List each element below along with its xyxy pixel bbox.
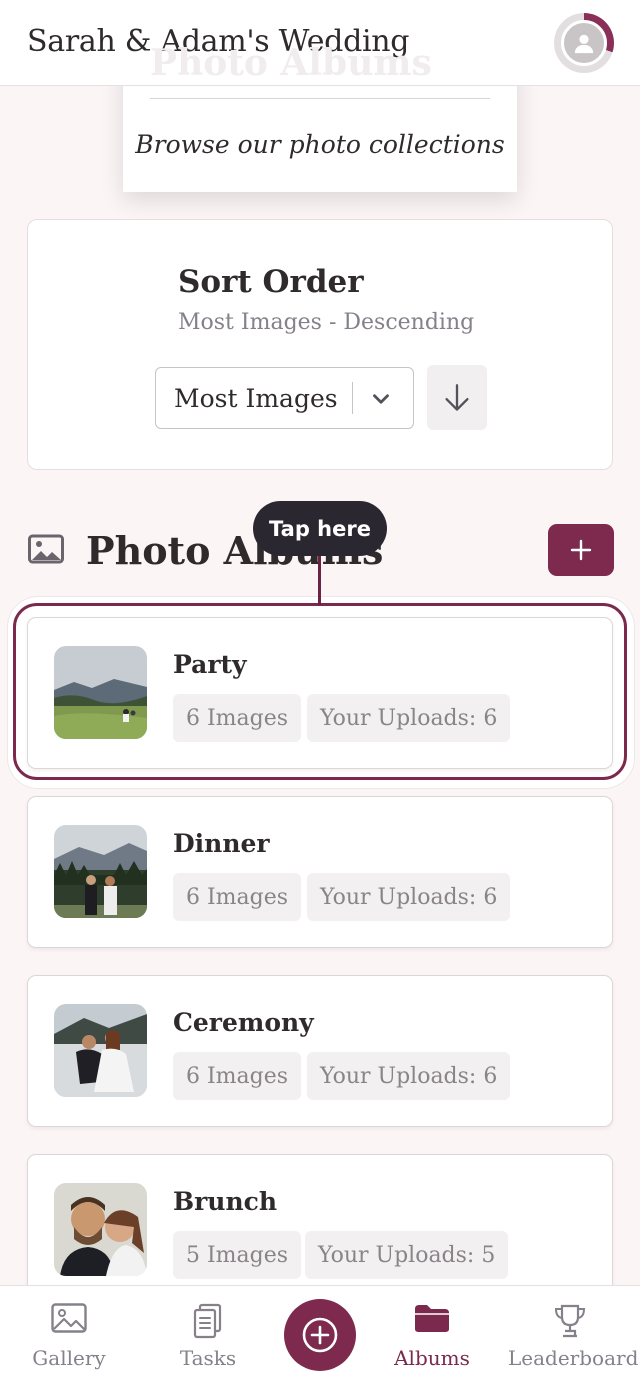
app-title: Sarah & Adam's Wedding [27, 24, 410, 59]
nav-label: Leaderboard [508, 1346, 639, 1370]
avatar [561, 20, 607, 66]
album-name: Brunch [173, 1187, 278, 1216]
arrow-down-icon [445, 383, 469, 411]
clipboard-icon [193, 1303, 222, 1339]
your-uploads-badge: Your Uploads: 6 [307, 1052, 511, 1100]
album-name: Ceremony [173, 1008, 314, 1037]
nav-label: Albums [394, 1346, 470, 1370]
nav-label: Tasks [179, 1346, 237, 1370]
app-header: Sarah & Adam's Wedding [0, 0, 640, 86]
divider [150, 98, 490, 99]
tap-here-tooltip[interactable]: Tap here [253, 501, 387, 556]
image-icon [28, 534, 64, 564]
sort-select[interactable]: Most Images [155, 367, 414, 429]
select-separator [352, 382, 353, 414]
your-uploads-badge: Your Uploads: 6 [307, 873, 511, 921]
image-icon [51, 1303, 87, 1333]
browse-subtitle: Browse our photo collections [135, 130, 505, 159]
album-card-brunch[interactable]: Brunch 5 Images Your Uploads: 5 [27, 1154, 613, 1306]
nav-item-albums[interactable]: Albums [392, 1286, 472, 1385]
album-thumbnail [54, 1183, 147, 1276]
sort-subtitle: Most Images - Descending [178, 310, 475, 335]
plus-icon [570, 539, 592, 561]
tooltip-pointer [318, 556, 321, 605]
nav-label: Gallery [32, 1346, 106, 1370]
chevron-down-icon [373, 394, 389, 404]
nav-item-leaderboard[interactable]: Leaderboard [508, 1286, 639, 1385]
album-card-ceremony[interactable]: Ceremony 6 Images Your Uploads: 6 [27, 975, 613, 1127]
sort-direction-button[interactable] [427, 365, 487, 430]
image-count-badge: 6 Images [173, 1052, 302, 1100]
highlight-border [13, 603, 627, 780]
plus-circle-icon [302, 1317, 338, 1353]
album-name: Dinner [173, 829, 270, 858]
image-count-badge: 5 Images [173, 1231, 302, 1279]
album-thumbnail [54, 825, 147, 918]
nav-item-gallery[interactable]: Gallery [20, 1286, 118, 1385]
sort-card: Sort Order Most Images - Descending Most… [27, 219, 613, 470]
sort-select-value: Most Images [174, 384, 338, 413]
album-card-dinner[interactable]: Dinner 6 Images Your Uploads: 6 [27, 796, 613, 948]
folder-icon [415, 1305, 449, 1332]
your-uploads-badge: Your Uploads: 5 [305, 1231, 509, 1279]
user-icon [574, 34, 594, 54]
add-album-button[interactable] [548, 524, 614, 576]
image-count-badge: 6 Images [173, 873, 302, 921]
trophy-icon [554, 1304, 586, 1338]
profile-avatar-button[interactable] [554, 13, 614, 73]
album-thumbnail [54, 1004, 147, 1097]
upload-fab-button[interactable] [284, 1299, 356, 1371]
nav-item-tasks[interactable]: Tasks [168, 1286, 248, 1385]
sort-title: Sort Order [178, 264, 364, 300]
